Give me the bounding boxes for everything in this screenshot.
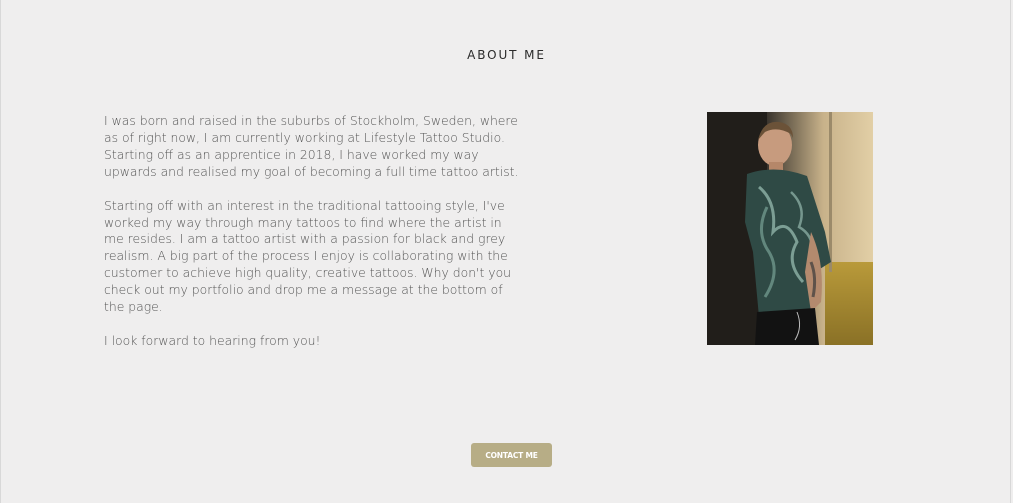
about-paragraph: I look forward to hearing from you! xyxy=(104,332,321,348)
about-paragraph: I was born and raised in the suburbs of … xyxy=(104,113,519,179)
contact-me-button[interactable]: CONTACT ME xyxy=(471,443,552,467)
about-paragraph: Starting off with an interest in the tra… xyxy=(104,197,512,315)
about-text: I was born and raised in the suburbs of … xyxy=(104,113,519,367)
about-section: ABOUT ME I was born and raised in the su… xyxy=(0,0,1011,503)
artist-portrait-photo xyxy=(707,112,873,345)
section-title: ABOUT ME xyxy=(467,48,546,62)
